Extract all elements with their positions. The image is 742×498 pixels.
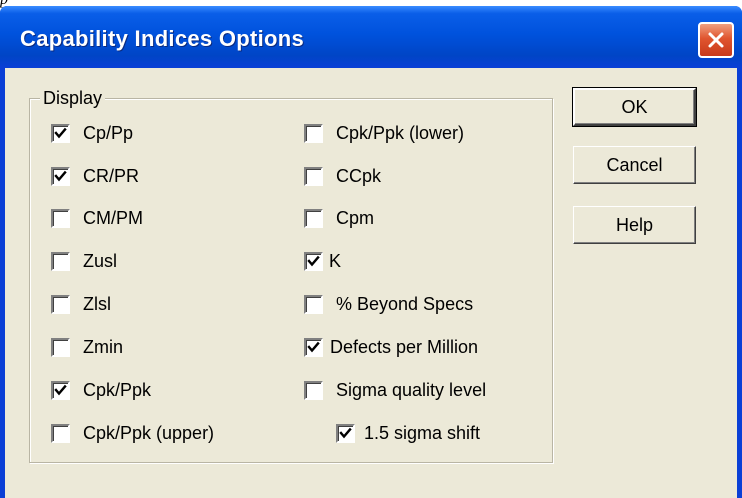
option-label: % Beyond Specs bbox=[336, 294, 474, 314]
option-cpk-ppk[interactable]: Cpk/Ppk bbox=[51, 377, 151, 403]
checkbox[interactable] bbox=[51, 294, 70, 314]
option-zlsl[interactable]: Zlsl bbox=[51, 291, 111, 317]
option-label: Defects per Million bbox=[330, 337, 479, 357]
dialog-window: Capability Indices Options Display Cp/Pp… bbox=[0, 6, 742, 498]
option-defects-per-million[interactable]: Defects per Million bbox=[304, 334, 478, 360]
dialog-body: Display Cp/Pp CR/PR CM/PM Zusl Zlsl Zmin… bbox=[5, 68, 737, 498]
checkbox[interactable] bbox=[51, 423, 70, 443]
checkmark-icon bbox=[54, 384, 67, 395]
checkmark-icon bbox=[307, 341, 320, 352]
dialog-title: Capability Indices Options bbox=[20, 26, 305, 51]
checkbox[interactable] bbox=[304, 123, 323, 143]
checkbox[interactable] bbox=[304, 166, 323, 186]
close-icon bbox=[708, 32, 724, 48]
checkmark-icon bbox=[54, 170, 67, 181]
option-k[interactable]: K bbox=[304, 248, 341, 274]
checkbox[interactable] bbox=[304, 208, 323, 228]
option-zusl[interactable]: Zusl bbox=[51, 248, 117, 274]
option-label: 1.5 sigma shift bbox=[364, 423, 481, 443]
option-zmin[interactable]: Zmin bbox=[51, 334, 123, 360]
option-label: K bbox=[329, 251, 342, 271]
checkmark-icon bbox=[307, 255, 320, 266]
option-cp-pp[interactable]: Cp/Pp bbox=[51, 120, 133, 146]
cancel-button[interactable]: Cancel bbox=[573, 146, 696, 184]
display-groupbox: Display Cp/Pp CR/PR CM/PM Zusl Zlsl Zmin… bbox=[29, 87, 553, 463]
option-label: CCpk bbox=[336, 166, 382, 186]
checkbox[interactable] bbox=[304, 294, 323, 314]
display-group-label: Display bbox=[40, 87, 106, 109]
option-label: Cpm bbox=[336, 208, 375, 228]
option-cpk-ppk-upper[interactable]: Cpk/Ppk (upper) bbox=[51, 420, 214, 446]
ok-button[interactable]: OK bbox=[572, 87, 697, 127]
checkbox[interactable] bbox=[304, 380, 323, 400]
option-label: Sigma quality level bbox=[336, 380, 487, 400]
title-bar[interactable]: Capability Indices Options bbox=[0, 6, 742, 68]
option-percent-beyond-specs[interactable]: % Beyond Specs bbox=[304, 291, 473, 317]
checkbox[interactable] bbox=[51, 380, 70, 400]
option-cr-pr[interactable]: CR/PR bbox=[51, 163, 139, 189]
option-ccpk[interactable]: CCpk bbox=[304, 163, 381, 189]
option-label: Cpk/Ppk (upper) bbox=[83, 423, 215, 443]
checkbox[interactable] bbox=[336, 423, 355, 443]
option-label: Cpk/Ppk bbox=[83, 380, 152, 400]
option-cpm[interactable]: Cpm bbox=[304, 205, 374, 231]
option-label: CR/PR bbox=[83, 166, 140, 186]
option-label: CM/PM bbox=[83, 208, 143, 228]
option-sigma-quality-level[interactable]: Sigma quality level bbox=[304, 377, 486, 403]
option-label: Zlsl bbox=[83, 294, 111, 314]
checkbox[interactable] bbox=[51, 337, 70, 357]
checkbox[interactable] bbox=[304, 251, 323, 271]
checkbox[interactable] bbox=[51, 123, 70, 143]
help-button[interactable]: Help bbox=[573, 206, 696, 244]
checkbox[interactable] bbox=[51, 208, 70, 228]
option-label: Cpk/Ppk (lower) bbox=[336, 123, 465, 143]
option-1-5-sigma-shift[interactable]: 1.5 sigma shift bbox=[336, 420, 480, 446]
option-label: Cp/Pp bbox=[83, 123, 134, 143]
option-label: Zmin bbox=[83, 337, 123, 357]
close-button[interactable] bbox=[698, 22, 734, 58]
checkbox[interactable] bbox=[51, 251, 70, 271]
checkbox[interactable] bbox=[51, 166, 70, 186]
checkmark-icon bbox=[339, 427, 352, 438]
option-label: Zusl bbox=[83, 251, 118, 271]
option-cpk-ppk-lower[interactable]: Cpk/Ppk (lower) bbox=[304, 120, 464, 146]
checkmark-icon bbox=[54, 127, 67, 138]
option-cm-pm[interactable]: CM/PM bbox=[51, 205, 143, 231]
checkbox[interactable] bbox=[304, 337, 323, 357]
